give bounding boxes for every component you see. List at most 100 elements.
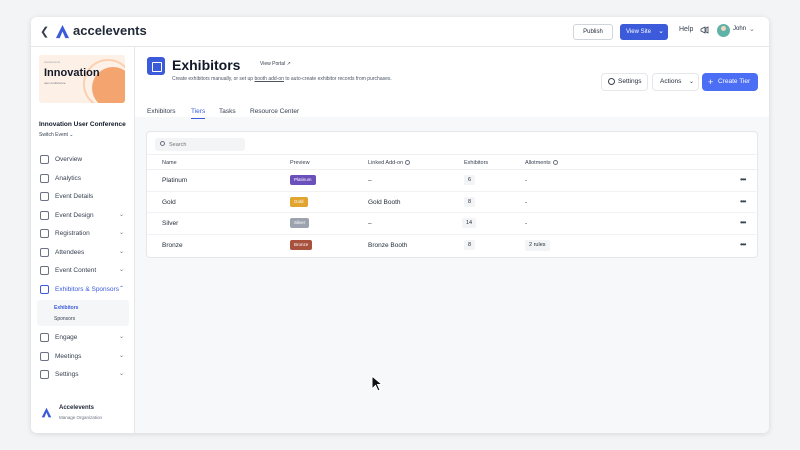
info-icon[interactable]	[552, 160, 558, 166]
event-name: Innovation User Conference	[39, 121, 126, 128]
chevron-down-icon: ⌄	[119, 267, 125, 273]
create-tier-button[interactable]: + Create Tier	[702, 73, 758, 91]
subnav-item-exhibitors[interactable]: Exhibitors	[54, 305, 78, 311]
page-title: Exhibitors	[172, 57, 241, 73]
more-options-icon[interactable]: •••	[740, 175, 746, 184]
allotment-rules-badge[interactable]: 2 rules	[525, 239, 550, 251]
avatar[interactable]	[717, 24, 730, 37]
search-icon	[160, 141, 165, 146]
top-bar: ❮ accelevents Publish View Site ⌄ Help J…	[31, 17, 769, 47]
manage-organization-link[interactable]: Manage Organization	[59, 415, 102, 420]
accelevents-logo-icon	[55, 24, 70, 39]
sidebar-item-attendees[interactable]: Attendees ⌄	[31, 244, 135, 263]
store-icon	[40, 284, 49, 294]
folder-icon	[40, 266, 49, 275]
sidebar-item-overview[interactable]: Overview	[31, 151, 135, 170]
column-header-linked-addon: Linked Add-on	[368, 160, 411, 166]
design-icon	[40, 210, 49, 220]
event-thumbnail[interactable]: Accelevents Innovation user conference	[39, 55, 125, 103]
view-portal-link[interactable]: View Portal ↗	[260, 61, 291, 67]
tier-name: Platinum	[162, 177, 188, 184]
tab-resource-center[interactable]: Resource Center	[250, 108, 299, 118]
tab-tasks[interactable]: Tasks	[219, 108, 236, 118]
search-box[interactable]	[155, 138, 245, 151]
sidebar-item-analytics[interactable]: Analytics	[31, 170, 135, 189]
settings-label: Settings	[618, 78, 642, 85]
exhibitor-count: 6	[464, 175, 475, 185]
analytics-icon	[40, 173, 49, 183]
page-description: Create exhibitors manually, or set up bo…	[172, 76, 392, 82]
switch-event-label: Switch Event	[39, 132, 68, 138]
chevron-down-icon: ⌄	[69, 132, 74, 138]
tab-tiers[interactable]: Tiers	[191, 108, 206, 119]
chevron-down-icon: ⌄	[119, 248, 125, 255]
sidebar-item-exhibitors-sponsors[interactable]: Exhibitors & Sponsors ⌃	[31, 281, 135, 300]
people-icon	[40, 247, 49, 257]
tier-preview-badge: Gold	[290, 196, 308, 207]
subnav-item-sponsors[interactable]: Sponsors	[54, 316, 75, 322]
sidebar-item-label: Event Details	[55, 193, 94, 200]
sidebar-item-label: Event Design	[55, 211, 94, 219]
thumbnail-title: Innovation	[44, 67, 100, 79]
create-tier-label: Create Tier	[718, 78, 751, 85]
search-input[interactable]	[169, 139, 241, 150]
megaphone-icon[interactable]	[700, 25, 710, 35]
ticket-icon	[40, 229, 49, 238]
help-link[interactable]: Help	[679, 26, 693, 33]
chevron-down-icon: ⌄	[119, 211, 125, 218]
actions-button[interactable]: Actions ⌄	[652, 73, 699, 91]
description-text-end: to auto-create exhibitor records from pu…	[283, 76, 392, 82]
table-row[interactable]: Bronze Bronze Bronze Booth 8 2 rules •••	[147, 235, 759, 257]
table-row[interactable]: Silver Silver – 14 - •••	[147, 213, 759, 235]
info-icon[interactable]	[405, 160, 411, 166]
linked-addon-header-label: Linked Add-on	[368, 160, 404, 166]
tab-exhibitors[interactable]: Exhibitors	[147, 108, 176, 118]
column-header-preview: Preview	[290, 160, 310, 166]
switch-event-button[interactable]: Switch Event ⌄	[39, 132, 74, 138]
sidebar-item-meetings[interactable]: Meetings ⌄	[31, 348, 135, 367]
exhibitors-icon	[147, 57, 165, 75]
table-row[interactable]: Platinum Platinum – 6 - •••	[147, 170, 759, 192]
user-chevron-down-icon[interactable]: ⌄	[749, 25, 755, 33]
sidebar-item-label: Event Content	[55, 267, 97, 274]
user-name[interactable]: John	[733, 26, 746, 32]
accelevents-logo-icon	[41, 407, 52, 418]
home-icon	[40, 155, 49, 164]
settings-button[interactable]: Settings	[601, 73, 648, 91]
more-options-icon[interactable]: •••	[740, 240, 746, 249]
more-options-icon[interactable]: •••	[740, 197, 746, 206]
allotments: -	[525, 220, 528, 227]
sidebar: Accelevents Innovation user conference I…	[31, 47, 135, 433]
back-arrow-icon[interactable]: ❮	[40, 25, 49, 38]
linked-addon: Gold Booth	[368, 198, 401, 206]
sidebar-item-label: Analytics	[55, 174, 82, 182]
booth-addon-link[interactable]: booth add-on	[254, 76, 283, 82]
tier-preview-badge: Silver	[290, 218, 310, 228]
mouse-cursor-icon	[371, 375, 383, 392]
sidebar-item-label: Engage	[55, 334, 78, 341]
chevron-down-icon[interactable]: ⌄	[658, 24, 664, 40]
sidebar-item-event-content[interactable]: Event Content ⌄	[31, 262, 135, 281]
publish-button[interactable]: Publish	[573, 24, 613, 40]
tabs: Exhibitors Tiers Tasks Resource Center	[135, 108, 769, 120]
allotments-header-label: Allotments	[525, 160, 551, 166]
tier-name: Silver	[162, 220, 179, 227]
column-header-allotments: Allotments	[525, 160, 558, 166]
sidebar-item-registration[interactable]: Registration ⌄	[31, 225, 135, 244]
sidebar-nav: Overview Analytics Event Details Event D…	[31, 151, 135, 385]
linked-addon: –	[368, 177, 372, 184]
sidebar-item-event-design[interactable]: Event Design ⌄	[31, 207, 135, 226]
more-options-icon[interactable]: •••	[740, 218, 746, 227]
chevron-down-icon: ⌄	[119, 371, 125, 377]
view-site-button[interactable]: View Site ⌄	[620, 24, 668, 40]
organization-name: Accelevents	[59, 405, 95, 411]
sidebar-item-settings[interactable]: Settings ⌄	[31, 366, 135, 385]
table-header: Name Preview Linked Add-on Exhibitors Al…	[147, 154, 759, 170]
allotments: -	[525, 177, 528, 184]
table-row[interactable]: Gold Gold Gold Booth 8 - •••	[147, 192, 759, 213]
chevron-down-icon: ⌄	[119, 230, 125, 236]
chevron-down-icon: ⌄	[119, 334, 125, 340]
sidebar-item-engage[interactable]: Engage ⌄	[31, 329, 135, 348]
sidebar-item-event-details[interactable]: Event Details	[31, 188, 135, 207]
tier-preview-badge: Bronze	[290, 239, 313, 250]
